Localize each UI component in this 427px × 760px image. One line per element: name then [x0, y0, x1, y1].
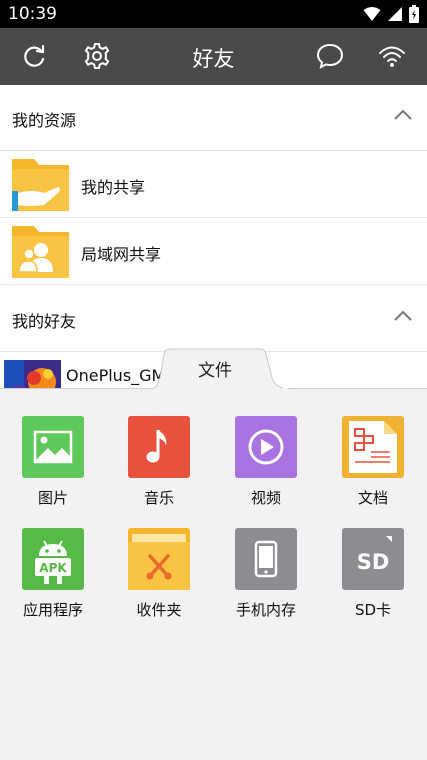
file-category-inbox[interactable]: 收件夹	[106, 528, 212, 636]
section-header-friends[interactable]: 我的好友	[0, 286, 427, 352]
list-item-my-share[interactable]: 我的共享	[0, 151, 427, 218]
file-category-label: 收件夹	[136, 601, 182, 619]
status-bar: 10:39	[0, 0, 427, 28]
chevron-up-icon	[394, 109, 412, 120]
file-category-label: 视频	[250, 489, 281, 507]
title-bar: 好友	[0, 28, 427, 85]
file-category-label: 手机内存	[235, 601, 296, 619]
cell-signal-icon	[388, 7, 402, 21]
tab-files-label: 文件	[198, 361, 232, 381]
file-category-images[interactable]: 图片	[0, 416, 106, 524]
svg-text:SD: SD	[357, 550, 390, 574]
wifi-signal-icon	[363, 7, 381, 21]
status-time: 10:39	[8, 4, 57, 24]
list-item-label: 局域网共享	[81, 245, 162, 264]
file-category-music[interactable]: 音乐	[106, 416, 212, 524]
apk-icon: APK	[22, 528, 84, 590]
svg-text:APK: APK	[39, 561, 67, 575]
tab-files[interactable]: 文件	[152, 348, 290, 390]
file-category-sd-card[interactable]: SD SD卡	[320, 528, 426, 636]
section-header-resources[interactable]: 我的资源	[0, 85, 427, 151]
file-category-phone-storage[interactable]: 手机内存	[213, 528, 319, 636]
file-category-label: 图片	[37, 489, 68, 507]
lan-folder-icon	[12, 226, 69, 278]
file-category-video[interactable]: 视频	[213, 416, 319, 524]
file-category-label: 应用程序	[22, 601, 83, 619]
shared-folder-icon	[12, 159, 69, 211]
friend-name: OnePlus_GM	[66, 366, 166, 385]
page-title: 好友	[192, 47, 235, 71]
file-category-documents[interactable]: 文档	[320, 416, 426, 524]
chevron-up-icon	[394, 310, 412, 321]
wifi-icon[interactable]	[378, 42, 406, 70]
file-category-label: 音乐	[143, 489, 174, 507]
chat-bubble-icon[interactable]	[316, 42, 344, 70]
file-category-label: SD卡	[354, 601, 392, 619]
sd-card-icon: SD	[342, 528, 404, 590]
section-label: 我的资源	[12, 111, 77, 130]
video-icon	[235, 416, 297, 478]
document-icon	[342, 416, 404, 478]
battery-icon	[409, 5, 419, 23]
section-label: 我的好友	[12, 312, 77, 331]
file-panel: 图片 音乐 视频 文档 APK 应用程序 收件夹 手机内存 SD SD卡	[0, 388, 427, 760]
file-category-apps[interactable]: APK 应用程序	[0, 528, 106, 636]
image-icon	[22, 416, 84, 478]
music-icon	[128, 416, 190, 478]
inbox-folder-icon	[128, 528, 190, 590]
file-category-label: 文档	[357, 489, 388, 507]
list-item-label: 我的共享	[81, 178, 146, 197]
phone-icon	[235, 528, 297, 590]
status-icons	[363, 5, 419, 23]
list-item-lan-share[interactable]: 局域网共享	[0, 218, 427, 285]
